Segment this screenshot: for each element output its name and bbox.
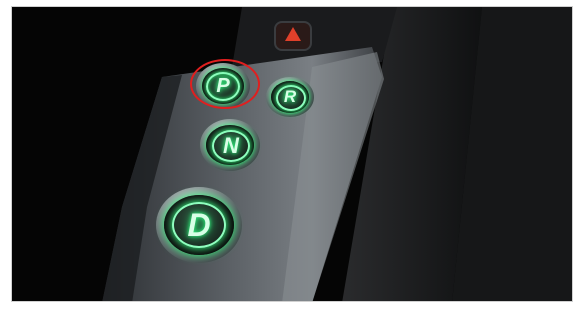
hazard-triangle-icon <box>285 27 301 41</box>
console-scene <box>12 7 572 301</box>
drive-button[interactable]: D <box>156 187 242 263</box>
neutral-button[interactable]: N <box>200 119 260 171</box>
highlight-ring <box>190 59 260 109</box>
photo-frame: P R N D <box>11 6 573 302</box>
hazard-warning-button[interactable] <box>274 21 312 51</box>
reverse-button[interactable]: R <box>266 77 314 117</box>
